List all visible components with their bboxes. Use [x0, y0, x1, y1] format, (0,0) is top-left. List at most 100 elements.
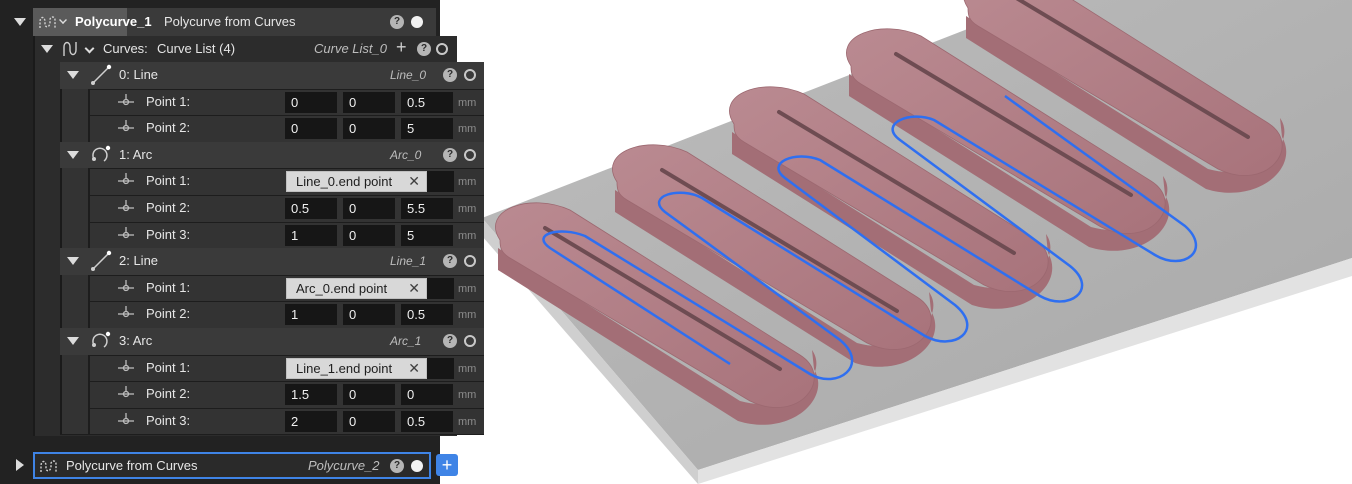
visibility-toggle[interactable] [436, 43, 448, 55]
curve-item-name[interactable]: Arc_0 [390, 142, 421, 168]
curve-item-title: 2: Line [119, 253, 159, 269]
x-field[interactable]: 1 [285, 304, 337, 326]
help-icon[interactable]: ? [443, 334, 457, 348]
point-reference-chip[interactable]: Line_0.end point ✕ [286, 171, 427, 193]
point-label: Point 3: [146, 412, 191, 428]
tree-line [88, 407, 90, 435]
point-icon [118, 386, 134, 398]
collapse-curves-arrow[interactable] [41, 45, 53, 53]
point-icon [118, 359, 134, 371]
help-icon[interactable]: ? [390, 459, 404, 473]
visibility-toggle[interactable] [464, 69, 476, 81]
arc-icon [92, 331, 111, 348]
help-icon[interactable]: ? [443, 68, 457, 82]
tree-line [88, 168, 90, 195]
curves-label: Curves: [103, 41, 148, 56]
next-name[interactable]: Polycurve_2 [308, 453, 380, 479]
chevron-down-icon[interactable] [59, 16, 67, 24]
visibility-toggle[interactable] [464, 335, 476, 347]
reference-text: Line_1.end point [296, 360, 393, 376]
viewport-canvas[interactable] [440, 0, 1352, 484]
y-field[interactable]: 0 [343, 198, 395, 219]
clear-reference-icon[interactable]: ✕ [408, 279, 420, 298]
curve-item-title: 0: Line [119, 67, 159, 82]
point-label: Point 1: [146, 359, 191, 375]
3d-viewport[interactable] [440, 0, 1352, 484]
add-curve-button[interactable]: + [396, 34, 407, 60]
tree-line [88, 195, 90, 222]
y-field[interactable]: 0 [343, 224, 395, 246]
point-reference-chip[interactable]: Line_1.end point ✕ [286, 357, 427, 379]
point-label: Point 3: [146, 226, 191, 242]
curve-item-name[interactable]: Line_1 [390, 248, 426, 274]
collapse-item-arrow[interactable] [67, 337, 79, 345]
z-field[interactable]: 0.5 [401, 410, 453, 432]
z-field[interactable]: 5 [401, 224, 453, 246]
z-field[interactable]: 5.5 [401, 198, 453, 219]
unit-label: mm [458, 203, 477, 215]
clear-reference-icon[interactable]: ✕ [408, 172, 420, 191]
empty-field[interactable] [427, 277, 454, 299]
z-field[interactable]: 0 [401, 384, 453, 406]
point-icon [118, 200, 134, 212]
tree-line [88, 221, 90, 249]
collapse-item-arrow[interactable] [67, 150, 79, 159]
help-icon[interactable]: ? [390, 15, 404, 29]
next-type-label: Polycurve from Curves [66, 458, 198, 473]
x-field[interactable]: 1 [285, 224, 337, 246]
point-reference-chip[interactable]: Arc_0.end point ✕ [286, 277, 427, 299]
reference-text: Line_0.end point [296, 174, 393, 190]
point-icon [118, 412, 134, 424]
z-field[interactable]: 5 [401, 118, 453, 140]
collapse-item-arrow[interactable] [67, 257, 79, 266]
point-label: Point 1: [146, 93, 191, 109]
y-field[interactable]: 0 [343, 384, 395, 406]
visibility-toggle[interactable] [411, 460, 423, 472]
curves-name[interactable]: Curve List_0 [314, 36, 387, 62]
point-icon [118, 279, 134, 291]
unit-label: mm [458, 96, 477, 109]
y-field[interactable]: 0 [343, 304, 395, 326]
next-feature-row[interactable]: Polycurve from Curves Polycurve_2 ? [33, 452, 431, 479]
root-name-tag[interactable]: Polycurve_1 [33, 8, 152, 36]
point-label: Point 2: [146, 306, 191, 322]
y-field[interactable]: 0 [343, 91, 395, 113]
unit-label: mm [458, 229, 477, 242]
curve-item-name[interactable]: Arc_1 [390, 328, 421, 354]
help-icon[interactable]: ? [443, 147, 457, 162]
x-field[interactable]: 0 [285, 118, 337, 140]
expand-next-arrow[interactable] [16, 459, 24, 471]
add-feature-button[interactable]: + [436, 454, 458, 476]
curve-item-name[interactable]: Line_0 [390, 62, 426, 88]
curve-item-title: 3: Arc [119, 333, 153, 348]
root-row[interactable]: Polycurve_1 Polycurve from Curves ? [33, 8, 436, 36]
visibility-toggle[interactable] [411, 16, 423, 28]
x-field[interactable]: 1.5 [285, 384, 337, 406]
parameter-panel: Polycurve_1 Polycurve from Curves ? Curv… [0, 0, 484, 484]
unit-label: mm [458, 176, 477, 189]
tree-line [88, 301, 90, 328]
z-field[interactable]: 0.5 [401, 91, 453, 113]
collapse-root-arrow[interactable] [14, 18, 26, 26]
panel-gap [33, 436, 440, 448]
x-field[interactable]: 0 [285, 91, 337, 113]
empty-field[interactable] [427, 357, 454, 379]
tree-line [88, 274, 90, 302]
point-icon [118, 226, 134, 238]
x-field[interactable]: 2 [285, 410, 337, 432]
visibility-toggle[interactable] [464, 148, 476, 161]
root-type-label: Polycurve from Curves [164, 14, 296, 29]
empty-field[interactable] [427, 171, 454, 193]
help-icon[interactable]: ? [417, 42, 431, 56]
collapse-item-arrow[interactable] [67, 71, 79, 79]
point-icon [118, 306, 134, 318]
x-field[interactable]: 0.5 [285, 198, 337, 219]
arc-icon [92, 145, 111, 162]
unit-label: mm [458, 389, 477, 402]
point-label: Point 1: [146, 173, 191, 189]
z-field[interactable]: 0.5 [401, 304, 453, 326]
clear-reference-icon[interactable]: ✕ [408, 359, 420, 378]
y-field[interactable]: 0 [343, 410, 395, 432]
tree-line [88, 381, 90, 408]
y-field[interactable]: 0 [343, 118, 395, 140]
